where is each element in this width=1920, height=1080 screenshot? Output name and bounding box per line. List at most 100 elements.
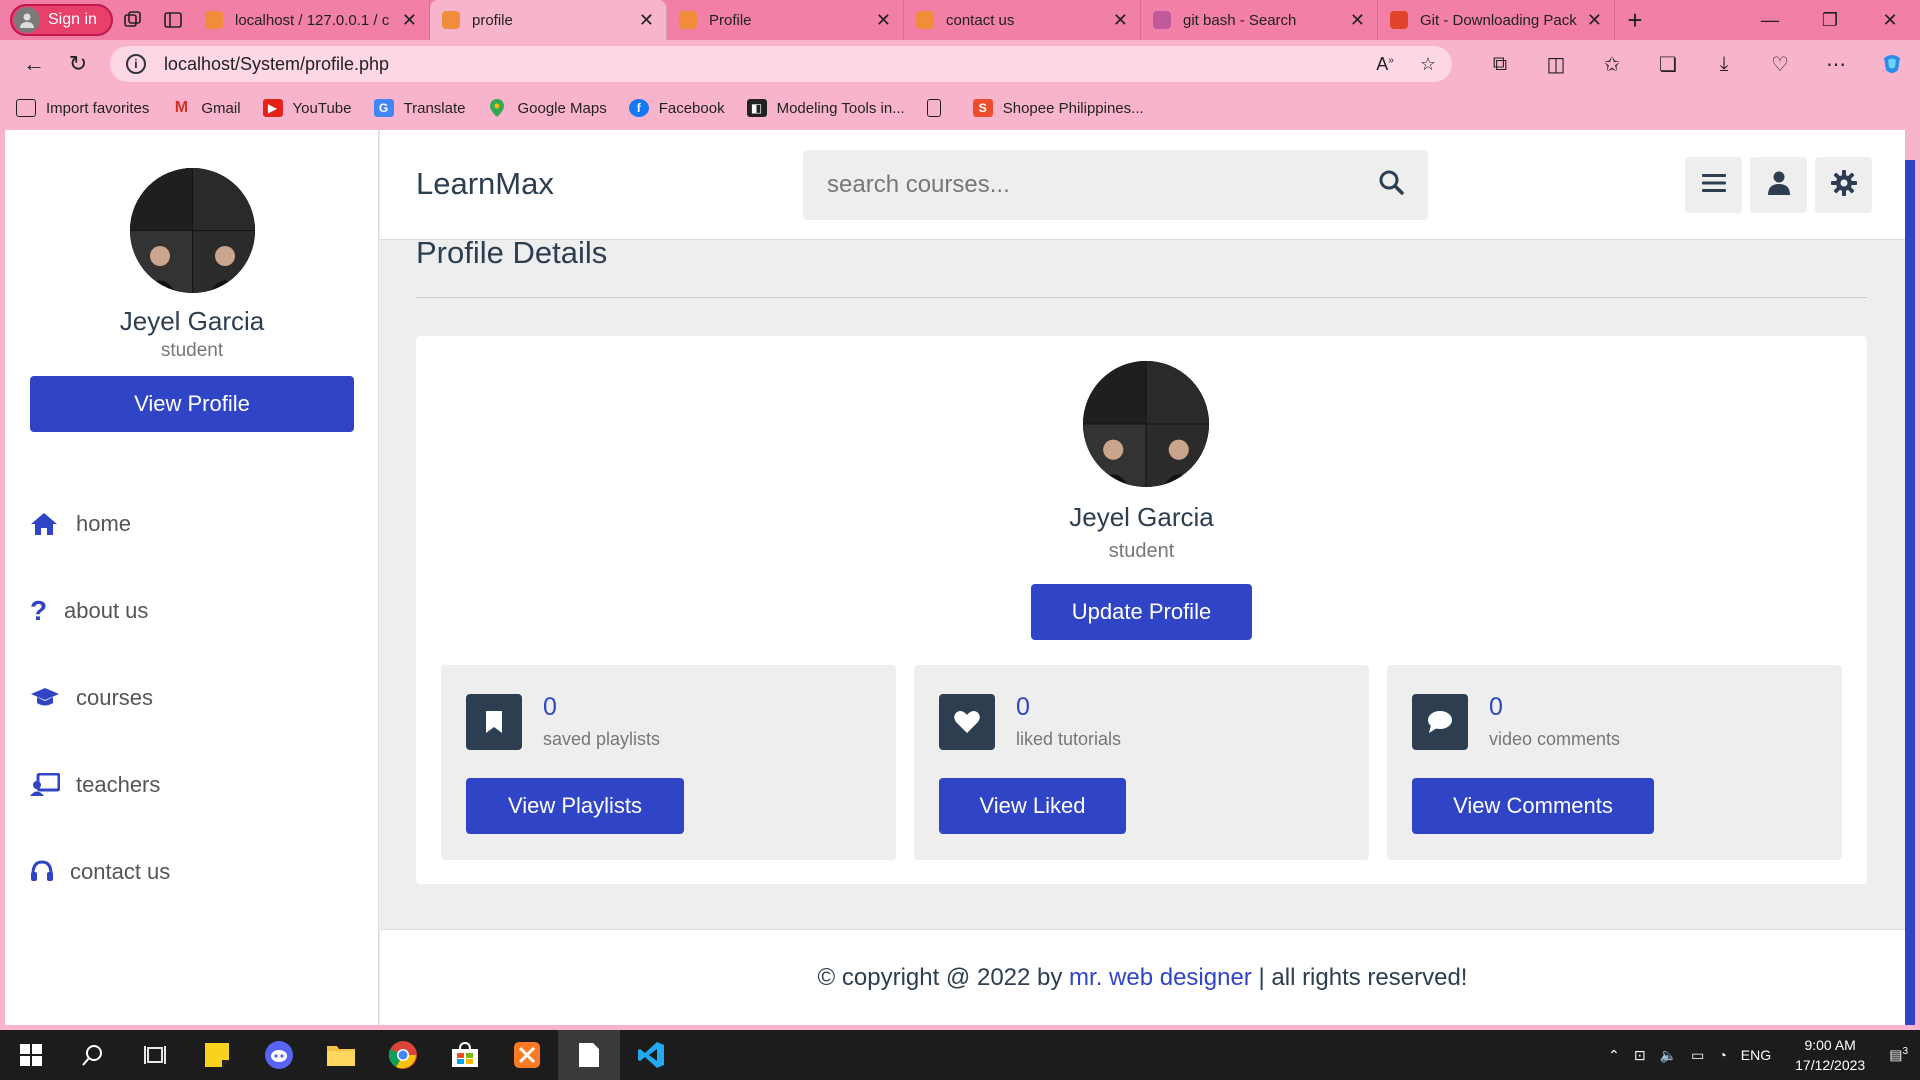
xampp-favicon-icon: [679, 11, 697, 29]
workspaces-icon[interactable]: [113, 0, 153, 40]
extensions-icon[interactable]: ⧉: [1472, 44, 1528, 84]
translate-icon: G: [373, 99, 394, 117]
view-playlists-button[interactable]: View Playlists: [466, 778, 684, 834]
refresh-icon[interactable]: ↻: [56, 44, 100, 84]
close-icon[interactable]: ✕: [1113, 10, 1128, 31]
minimize-icon[interactable]: —: [1740, 0, 1800, 40]
collections-icon[interactable]: ❏: [1640, 44, 1696, 84]
site-info-icon[interactable]: i: [125, 54, 146, 74]
downloads-icon[interactable]: ⤓: [1696, 44, 1752, 84]
question-icon: ?: [30, 594, 48, 626]
youtube-icon: ▶: [262, 99, 283, 117]
tab-git-bash-search[interactable]: git bash - Search ✕: [1141, 0, 1378, 40]
close-icon[interactable]: ✕: [402, 10, 417, 31]
close-icon[interactable]: ✕: [639, 10, 654, 31]
update-profile-button[interactable]: Update Profile: [1031, 584, 1252, 640]
favorite-youtube[interactable]: ▶ YouTube: [262, 99, 352, 117]
sidebar-item-home[interactable]: home: [30, 480, 170, 567]
menu-button[interactable]: [1685, 157, 1742, 213]
sidebar-item-courses[interactable]: courses: [30, 654, 170, 741]
favorite-modeling-tools[interactable]: ◧ Modeling Tools in...: [746, 99, 905, 117]
battery-icon[interactable]: ▭: [1691, 1047, 1704, 1064]
task-view-icon[interactable]: [124, 1030, 186, 1080]
sign-in-button[interactable]: Sign in: [10, 4, 113, 36]
sidebar-item-contact[interactable]: contact us: [30, 828, 170, 915]
tab-profile[interactable]: Profile ✕: [667, 0, 904, 40]
search-icon[interactable]: [62, 1030, 124, 1080]
user-icon: [1767, 171, 1790, 200]
view-liked-button[interactable]: View Liked: [939, 778, 1126, 834]
clock[interactable]: 9:00 AM 17/12/2023: [1795, 1035, 1865, 1075]
favorite-shopee[interactable]: S Shopee Philippines...: [972, 99, 1144, 117]
start-windows-icon[interactable]: [0, 1030, 62, 1080]
search-icon[interactable]: [1378, 169, 1404, 202]
footer-designer-link[interactable]: mr. web designer: [1069, 964, 1252, 992]
microsoft-store-icon[interactable]: [434, 1030, 496, 1080]
favorite-label: Import favorites: [46, 99, 150, 117]
tab-phpmyadmin[interactable]: localhost / 127.0.0.1 / c ✕: [193, 0, 430, 40]
page-scrollbar[interactable]: [1905, 160, 1915, 1025]
favorite-import[interactable]: Import favorites: [16, 99, 149, 117]
read-aloud-icon[interactable]: A»: [1376, 54, 1394, 75]
stat-box-liked: 0 liked tutorials View Liked: [914, 665, 1369, 860]
wifi-icon[interactable]: ◔: [1718, 1047, 1726, 1063]
chevron-up-icon[interactable]: ⌃: [1608, 1047, 1620, 1064]
logo[interactable]: LearnMax: [416, 166, 554, 202]
language-indicator[interactable]: ENG: [1741, 1047, 1771, 1063]
favorites-icon[interactable]: ✩: [1584, 44, 1640, 84]
search-input[interactable]: search courses...: [803, 150, 1428, 220]
notification-icon[interactable]: ▤3: [1889, 1046, 1908, 1064]
favorite-star-icon[interactable]: ☆: [1420, 54, 1436, 75]
volume-icon[interactable]: 🔈: [1660, 1047, 1677, 1064]
user-button[interactable]: [1750, 157, 1807, 213]
file-explorer-icon[interactable]: [310, 1030, 372, 1080]
copilot-icon[interactable]: [1864, 44, 1920, 84]
search-favicon-icon: [1153, 11, 1171, 29]
modeling-icon: ◧: [746, 99, 767, 117]
stat-label: video comments: [1489, 729, 1621, 749]
more-options-icon[interactable]: ⋯: [1808, 44, 1864, 84]
close-icon[interactable]: ✕: [876, 10, 891, 31]
new-tab-icon[interactable]: +: [1615, 0, 1655, 40]
view-profile-button[interactable]: View Profile: [30, 376, 354, 432]
back-arrow-icon[interactable]: ←: [12, 44, 56, 84]
facebook-icon: f: [628, 99, 649, 117]
tab-profile-active[interactable]: profile ✕: [430, 0, 667, 40]
sidebar-item-about[interactable]: ? about us: [30, 567, 170, 654]
xampp-icon[interactable]: [496, 1030, 558, 1080]
tab-contact-us[interactable]: contact us ✕: [904, 0, 1141, 40]
favorite-label: Gmail: [201, 99, 241, 117]
split-screen-icon[interactable]: ◫: [1528, 44, 1584, 84]
settings-button[interactable]: [1815, 157, 1872, 213]
stat-label: saved playlists: [543, 729, 661, 749]
tab-actions-icon[interactable]: [153, 0, 193, 40]
favorite-page[interactable]: [926, 99, 951, 117]
url-field[interactable]: i localhost/System/profile.php A» ☆: [109, 46, 1452, 82]
favorite-facebook[interactable]: f Facebook: [628, 99, 725, 117]
window-close-icon[interactable]: ✕: [1860, 0, 1920, 40]
sidebar: Jeyel Garcia student View Profile home ?…: [5, 130, 379, 1025]
vscode-icon[interactable]: [620, 1030, 682, 1080]
chrome-icon[interactable]: [372, 1030, 434, 1080]
stat-value: 0: [1489, 693, 1503, 721]
tab-git-downloading[interactable]: Git - Downloading Pack ✕: [1378, 0, 1615, 40]
close-icon[interactable]: ✕: [1587, 10, 1602, 31]
git-favicon-icon: [1390, 11, 1408, 29]
performance-icon[interactable]: ♡: [1752, 44, 1808, 84]
clock-date: 17/12/2023: [1795, 1057, 1866, 1073]
sidebar-item-teachers[interactable]: teachers: [30, 741, 170, 828]
teacher-icon: [30, 772, 64, 797]
page-title: Profile Details: [416, 235, 608, 270]
favorite-maps[interactable]: Google Maps: [487, 99, 607, 117]
discord-icon[interactable]: [248, 1030, 310, 1080]
close-icon[interactable]: ✕: [1350, 10, 1365, 31]
stat-label: liked tutorials: [1016, 729, 1122, 749]
favorite-translate[interactable]: G Translate: [373, 99, 465, 117]
profile-name: Jeyel Garcia: [119, 306, 265, 336]
favorite-gmail[interactable]: M Gmail: [171, 99, 241, 117]
notepad-icon[interactable]: [558, 1030, 620, 1080]
restore-icon[interactable]: ❐: [1800, 0, 1860, 40]
sticky-notes-icon[interactable]: [186, 1030, 248, 1080]
view-comments-button[interactable]: View Comments: [1412, 778, 1654, 834]
antivirus-icon[interactable]: ⊡: [1634, 1047, 1646, 1064]
